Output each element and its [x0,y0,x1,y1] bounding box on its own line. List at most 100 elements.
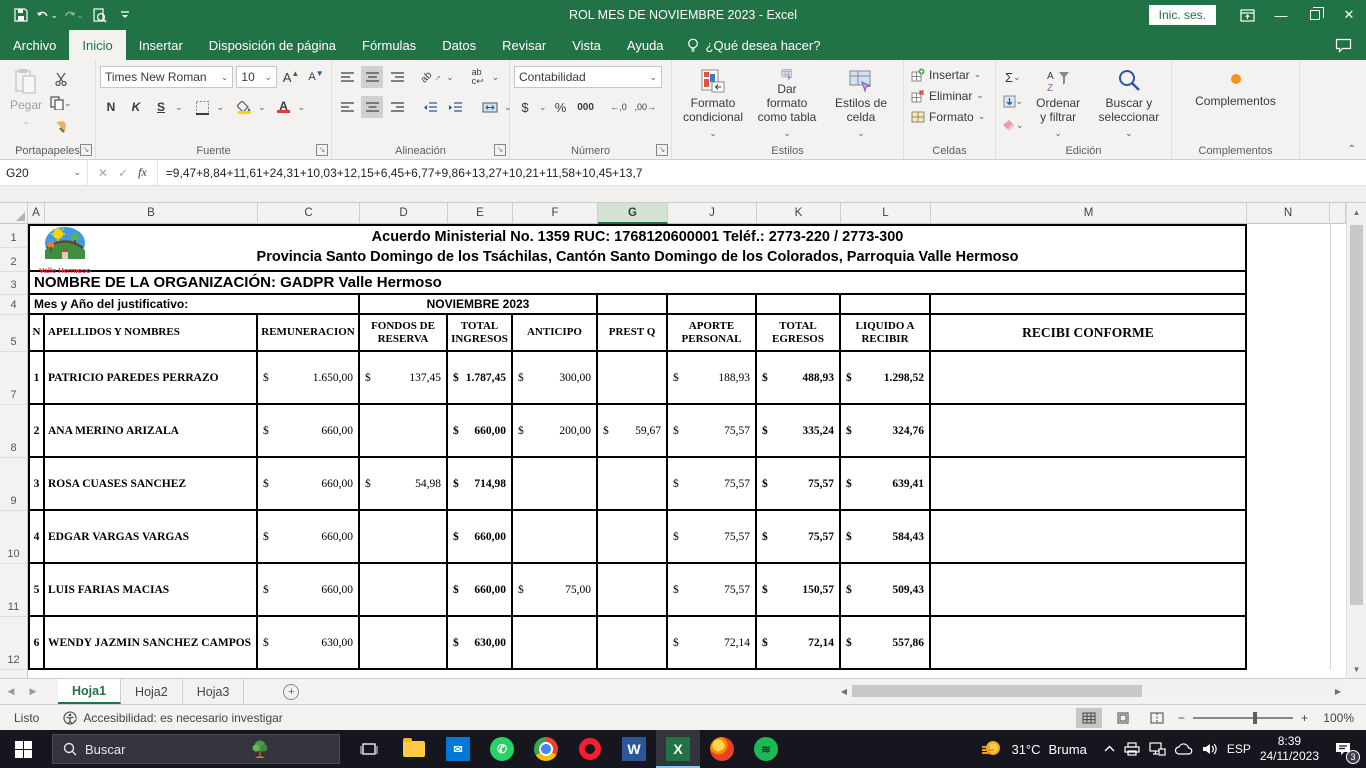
printer-icon[interactable] [1124,742,1140,756]
notification-center-button[interactable]: 3 [1328,734,1360,764]
orientation-button[interactable]: ab → [419,66,444,88]
header-anticipo[interactable]: ANTICIPO [513,315,598,352]
column-header-j[interactable]: J [668,203,757,224]
align-right-button[interactable] [386,96,408,118]
cell-name[interactable]: LUIS FARIAS MACIAS [45,564,258,617]
decrease-font-button[interactable]: A ▼ [305,66,327,88]
horizontal-scrollbar[interactable]: ◀ ▶ [836,682,1346,700]
horizontal-scroll-track[interactable] [852,682,1330,700]
cell-anticipo[interactable] [513,458,598,511]
undo-button[interactable]: ⌄ [36,4,58,26]
collapse-ribbon-button[interactable]: ⌃ [1348,144,1356,155]
column-header-c[interactable]: C [258,203,360,224]
cell-ingresos[interactable]: $714,98 [448,458,513,511]
cell-recibi[interactable] [931,352,1247,405]
row-header-4[interactable]: 4 [0,295,27,315]
merge-center-button[interactable] [479,96,501,118]
fill-color-dropdown-icon[interactable]: ⌄ [258,102,266,113]
minimize-button[interactable]: — [1264,0,1298,30]
cell-fondos[interactable] [360,617,448,670]
cell-recibi[interactable] [931,617,1247,670]
new-sheet-button[interactable]: + [278,679,304,704]
thousands-format-button[interactable]: 000 [575,96,597,118]
zoom-out-icon[interactable]: − [1178,711,1185,725]
ribbon-display-options-button[interactable] [1230,0,1264,30]
autosum-button[interactable]: Σ ⌄ [1000,66,1026,88]
scroll-right-icon[interactable]: ▶ [1330,682,1346,700]
tab-archivo[interactable]: Archivo [0,30,69,60]
alignment-dialog-launcher[interactable]: ↘ [494,144,506,156]
restore-button[interactable] [1298,0,1332,30]
align-center-button[interactable] [361,96,383,118]
percent-format-button[interactable]: % [550,96,572,118]
start-button[interactable] [0,730,46,768]
formula-input[interactable]: =9,47+8,84+11,61+24,31+10,03+12,15+6,45+… [158,160,1366,185]
column-header-a[interactable]: A [28,203,45,224]
tab-formulas[interactable]: Fórmulas [349,30,429,60]
cell-aporte[interactable]: $75,57 [668,511,757,564]
cell-anticipo[interactable]: $200,00 [513,405,598,458]
font-dialog-launcher[interactable]: ↘ [316,144,328,156]
header-recibi-conforme[interactable]: RECIBI CONFORME [931,315,1247,352]
tray-overflow-icon[interactable] [1104,745,1115,753]
cell-fondos[interactable] [360,405,448,458]
row-header-9[interactable]: 9 [0,458,27,511]
clock-widget[interactable]: 8:39 24/11/2023 [1260,734,1319,764]
header-aporte-personal[interactable]: APORTE PERSONAL [668,315,757,352]
cell-prest[interactable] [598,352,668,405]
row-header-12[interactable]: 12 [0,617,27,670]
header-liquido-recibir[interactable]: LIQUIDO A RECIBIR [841,315,931,352]
font-name-select[interactable]: Times New Roman ⌄ [100,66,234,88]
conditional-formatting-button[interactable]: Formato condicional ⌄ [676,64,750,142]
cell-aporte[interactable]: $75,57 [668,405,757,458]
month-value-cell[interactable]: NOVIEMBRE 2023 [360,295,598,315]
sheet-nav-prev-icon[interactable]: ◀ [0,679,22,704]
empty-cell[interactable] [668,295,757,315]
sort-filter-button[interactable]: AZ Ordenar y filtrar ⌄ [1026,64,1091,142]
accessibility-status[interactable]: Accesibilidad: es necesario investigar [53,711,292,725]
vertical-scrollbar[interactable]: ▲ ▼ [1346,203,1366,678]
cell-remuneracion[interactable]: $660,00 [258,458,360,511]
font-color-dropdown-icon[interactable]: ⌄ [298,102,306,113]
whatsapp-icon[interactable]: ✆ [480,730,524,768]
spotify-icon[interactable]: ≋ [744,730,788,768]
opera-icon[interactable] [568,730,612,768]
cell-fondos[interactable]: $137,45 [360,352,448,405]
row-header-7[interactable]: 7 [0,352,27,405]
underline-dropdown-icon[interactable]: ⌄ [175,102,183,113]
print-preview-icon[interactable] [88,4,110,26]
cell-prest[interactable] [598,458,668,511]
chrome-icon[interactable] [524,730,568,768]
increase-decimal-button[interactable]: ←,0 [608,96,630,118]
align-left-button[interactable] [336,96,358,118]
cell-anticipo[interactable] [513,617,598,670]
cell-recibi[interactable] [931,458,1247,511]
cell-ingresos[interactable]: $660,00 [448,405,513,458]
cell-anticipo[interactable] [513,511,598,564]
cell-n[interactable]: 3 [28,458,45,511]
close-button[interactable]: ✕ [1332,0,1366,30]
align-top-button[interactable] [336,66,358,88]
cell-aporte[interactable]: $75,57 [668,458,757,511]
tab-vista[interactable]: Vista [559,30,614,60]
mail-app-icon[interactable]: ✉ [436,730,480,768]
empty-cell[interactable] [931,295,1247,315]
tab-insertar[interactable]: Insertar [126,30,196,60]
speaker-icon[interactable] [1202,742,1218,756]
org-name-cell[interactable]: NOMBRE DE LA ORGANIZACIÓN: GADPR Valle H… [28,272,1247,295]
column-header-e[interactable]: E [448,203,513,224]
row-header-10[interactable]: 10 [0,511,27,564]
header-n[interactable]: N [28,315,45,352]
currency-dropdown-icon[interactable]: ⌄ [539,102,547,113]
copy-button[interactable]: ⌄ [48,92,74,114]
page-layout-view-button[interactable] [1110,708,1136,728]
find-select-button[interactable]: Buscar y seleccionar ⌄ [1091,64,1167,142]
zoom-level[interactable]: 100% [1316,711,1354,725]
cell-fondos[interactable] [360,564,448,617]
cell-liquido[interactable]: $584,43 [841,511,931,564]
cell-recibi[interactable] [931,405,1247,458]
cell-egresos[interactable]: $72,14 [757,617,841,670]
select-all-corner[interactable] [0,203,28,224]
cut-button[interactable] [48,68,74,90]
paste-button[interactable]: Pegar ⌄ [4,64,48,142]
